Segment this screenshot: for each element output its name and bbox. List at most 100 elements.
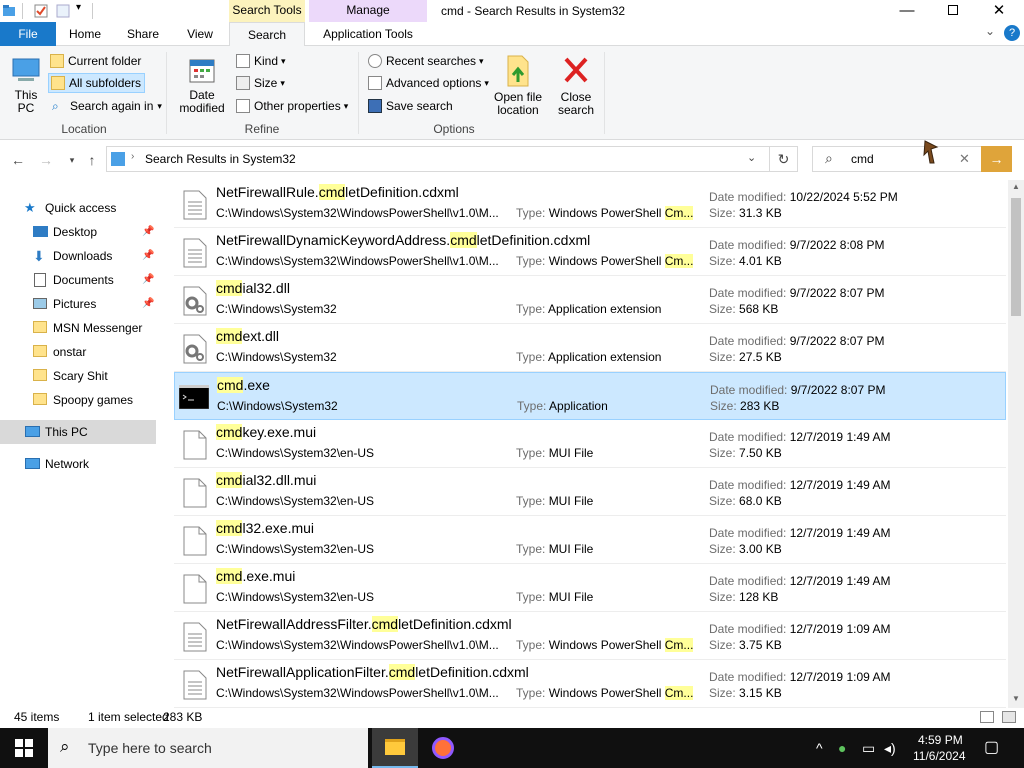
- address-box[interactable]: › Search Results in System32 ⌄ ↻: [106, 146, 798, 172]
- nav-scary-shit[interactable]: Scary Shit: [0, 364, 156, 388]
- customize-qat-icon[interactable]: ▾: [76, 2, 81, 13]
- tab-search[interactable]: Search: [229, 22, 305, 47]
- refresh-button[interactable]: ↻: [769, 147, 797, 171]
- recent-searches-button[interactable]: Recent searches ▾: [368, 51, 484, 71]
- size-button[interactable]: Size ▾: [236, 73, 285, 93]
- file-type: Type: Application extension: [516, 302, 694, 316]
- nav-pictures[interactable]: Pictures 📌: [0, 292, 156, 316]
- result-row[interactable]: NetFirewallDynamicKeywordAddress.cmdletD…: [174, 228, 1006, 276]
- ribbon-collapse-icon[interactable]: ⌄: [985, 24, 995, 38]
- date-modified-label: Date modified:: [709, 526, 790, 540]
- restore-button[interactable]: [930, 0, 976, 22]
- date-modified-value: 9/7/2022 8:07 PM: [789, 286, 885, 300]
- scroll-up-icon[interactable]: ▲: [1012, 182, 1020, 191]
- current-folder-button[interactable]: Current folder: [50, 51, 141, 71]
- scroll-down-icon[interactable]: ▼: [1012, 694, 1020, 703]
- file-name[interactable]: cmdkey.exe.mui: [216, 424, 316, 440]
- volume-icon[interactable]: ◂): [884, 740, 896, 757]
- result-row[interactable]: cmdl32.exe.mui C:\Windows\System32\en-US T…: [174, 516, 1006, 564]
- tab-file[interactable]: File: [0, 22, 56, 46]
- up-button[interactable]: ↑: [82, 150, 102, 170]
- recent-locations-button[interactable]: ▾: [62, 150, 82, 170]
- nav-downloads[interactable]: ⬇ Downloads 📌: [0, 244, 156, 268]
- nav-documents[interactable]: Documents 📌: [0, 268, 156, 292]
- minimize-button[interactable]: —: [884, 0, 930, 22]
- kind-button[interactable]: Kind ▾: [236, 51, 286, 71]
- firefox-icon: [432, 737, 454, 759]
- result-row[interactable]: cmd.exe.mui C:\Windows\System32\en-US Type…: [174, 564, 1006, 612]
- file-name[interactable]: NetFirewallRule.cmdletDefinition.cdxml: [216, 184, 459, 200]
- file-name-suffix: ial32.dll.mui: [242, 472, 317, 488]
- search-go-button[interactable]: →: [981, 146, 1012, 172]
- all-subfolders-button[interactable]: All subfolders: [48, 73, 146, 93]
- close-button[interactable]: ✕: [976, 0, 1022, 22]
- file-date-modified: Date modified: 12/7/2019 1:09 AM: [709, 622, 890, 636]
- file-name[interactable]: cmd.exe.mui: [216, 568, 295, 584]
- large-icons-view-icon[interactable]: [1002, 711, 1016, 723]
- address-dropdown-icon[interactable]: ⌄: [747, 151, 756, 164]
- help-icon[interactable]: ?: [1004, 25, 1020, 41]
- search-match-highlight: cmd: [388, 664, 416, 680]
- properties-icon[interactable]: [34, 4, 48, 18]
- result-row[interactable]: cmdkey.exe.mui C:\Windows\System32\en-US T…: [174, 420, 1006, 468]
- advanced-options-button[interactable]: Advanced options ▾: [368, 73, 489, 93]
- tab-home[interactable]: Home: [56, 22, 114, 46]
- tab-application-tools[interactable]: Application Tools: [309, 22, 427, 46]
- file-type-value: Application: [549, 399, 608, 413]
- clear-search-icon[interactable]: ✕: [959, 151, 970, 167]
- clock-time[interactable]: 4:59 PM: [918, 733, 963, 747]
- search-input[interactable]: cmd: [851, 152, 874, 166]
- nav-desktop[interactable]: Desktop 📌: [0, 220, 156, 244]
- back-button[interactable]: ←: [8, 150, 28, 170]
- search-again-in-button[interactable]: ⌕ Search again in ▾: [52, 96, 162, 116]
- file-name[interactable]: cmdial32.dll: [216, 280, 290, 296]
- nav-msn-messenger[interactable]: MSN Messenger: [0, 316, 156, 340]
- other-properties-button[interactable]: Other properties ▾: [236, 96, 348, 116]
- taskbar-firefox[interactable]: [420, 728, 466, 768]
- forward-button[interactable]: →: [36, 150, 56, 170]
- tab-share[interactable]: Share: [114, 22, 172, 46]
- result-row[interactable]: NetFirewallApplicationFilter.cmdletDefin…: [174, 660, 1006, 708]
- file-name[interactable]: cmdext.dll: [216, 328, 279, 344]
- nav-network[interactable]: Network: [0, 452, 156, 476]
- nav-quick-access[interactable]: ★ Quick access: [0, 196, 156, 220]
- scrollbar-thumb[interactable]: [1011, 198, 1021, 316]
- file-date-modified: Date modified: 12/7/2019 1:49 AM: [709, 430, 890, 444]
- close-search-button[interactable]: Close search: [552, 50, 600, 117]
- details-view-icon[interactable]: [980, 711, 994, 723]
- result-row[interactable]: NetFirewallAddressFilter.cmdletDefinitio…: [174, 612, 1006, 660]
- notifications-icon[interactable]: ▢: [984, 737, 999, 757]
- breadcrumb[interactable]: Search Results in System32: [145, 152, 296, 166]
- network-tray-icon[interactable]: ▭: [862, 740, 875, 757]
- open-file-location-button[interactable]: Open file location: [490, 50, 546, 117]
- nav-this-pc[interactable]: This PC: [0, 420, 156, 444]
- file-name[interactable]: NetFirewallApplicationFilter.cmdletDefin…: [216, 664, 529, 680]
- result-row[interactable]: NetFirewallRule.cmdletDefinition.cdxml C:…: [174, 180, 1006, 228]
- new-folder-icon[interactable]: [56, 4, 70, 18]
- result-row[interactable]: cmdial32.dll C:\Windows\System32 Type: App…: [174, 276, 1006, 324]
- nav-onstar[interactable]: onstar: [0, 340, 156, 364]
- explorer-app-icon[interactable]: [2, 4, 16, 18]
- file-name[interactable]: cmd.exe: [217, 377, 270, 393]
- file-name[interactable]: NetFirewallAddressFilter.cmdletDefinitio…: [216, 616, 512, 632]
- this-pc-button[interactable]: This PC: [6, 50, 46, 115]
- show-hidden-icons-icon[interactable]: ^: [816, 740, 823, 756]
- start-button[interactable]: [0, 728, 48, 768]
- nav-spoopy-games[interactable]: Spoopy games: [0, 388, 156, 412]
- search-box[interactable]: ⌕ cmd ✕ →: [812, 140, 1012, 172]
- tab-view[interactable]: View: [172, 22, 228, 46]
- file-name[interactable]: cmdl32.exe.mui: [216, 520, 314, 536]
- chevron-down-icon: ▾: [343, 101, 349, 111]
- file-name[interactable]: NetFirewallDynamicKeywordAddress.cmdletD…: [216, 232, 590, 248]
- save-search-button[interactable]: Save search: [368, 96, 453, 116]
- result-row[interactable]: cmdext.dll C:\Windows\System32 Type: Appli…: [174, 324, 1006, 372]
- clock-date[interactable]: 11/6/2024: [913, 749, 966, 763]
- result-row[interactable]: cmdial32.dll.mui C:\Windows\System32\en-U…: [174, 468, 1006, 516]
- result-row[interactable]: cmd.exe C:\Windows\System32 Type: Applicat…: [174, 372, 1006, 420]
- date-modified-button[interactable]: Date modified: [172, 50, 232, 115]
- user-status-icon[interactable]: ●: [838, 740, 846, 756]
- taskbar-search-box[interactable]: ⌕ Type here to search: [48, 728, 368, 768]
- file-name[interactable]: cmdial32.dll.mui: [216, 472, 316, 488]
- vertical-scrollbar[interactable]: ▲ ▼: [1008, 180, 1024, 708]
- taskbar-file-explorer[interactable]: [372, 728, 418, 768]
